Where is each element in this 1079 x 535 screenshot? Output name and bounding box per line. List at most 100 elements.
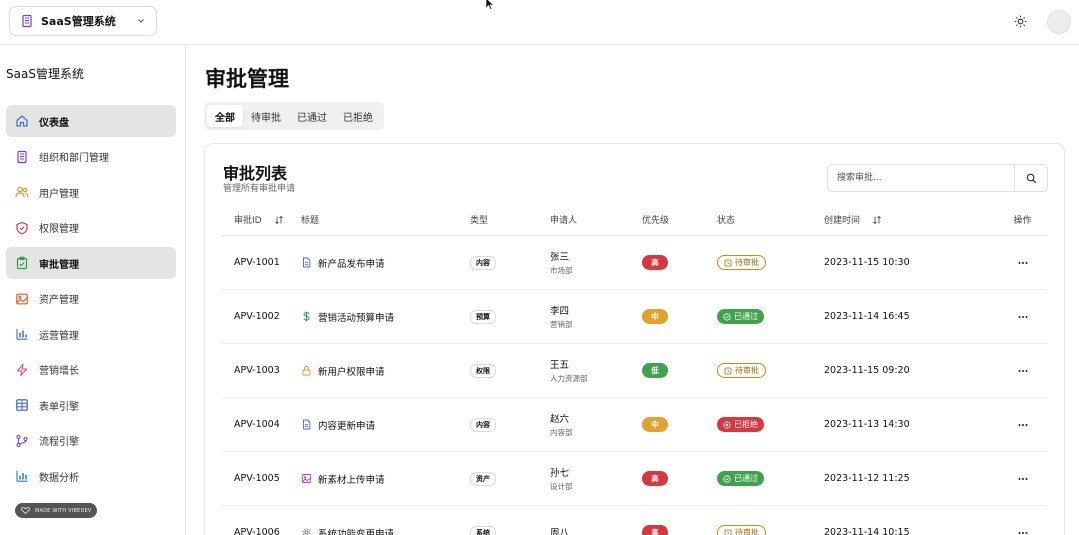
sidebar-item-forms[interactable]: 表单引擎 (6, 389, 176, 421)
org-name: SaaS管理系统 (41, 15, 116, 28)
org-switcher[interactable]: SaaS管理系统 (9, 6, 157, 36)
applicant-name: 周八 (550, 527, 570, 535)
sidebar-item-label: 组织和部门管理 (39, 153, 109, 164)
sidebar-item-assets[interactable]: 资产管理 (6, 283, 176, 315)
tab-approved[interactable]: 已通过 (289, 105, 335, 127)
row-id: APV-1004 (234, 419, 280, 430)
check-circle-icon (723, 474, 731, 483)
more-options-icon[interactable] (1017, 365, 1029, 377)
more-options-icon[interactable] (1017, 527, 1029, 535)
analytics-icon (15, 469, 29, 483)
tab-all[interactable]: 全部 (207, 105, 243, 127)
row-priority-cell: 高 (642, 255, 717, 270)
table-row[interactable]: APV-1003 新用户权限申请 权限 王五 人力资源部低待审批 2023-11-15 0… (222, 344, 1047, 398)
search-box (827, 164, 1048, 192)
sidebar-item-label: 仪表盘 (39, 117, 69, 129)
table-row[interactable]: APV-1006 系统功能变更申请 系统 周八 高 待审批 2023-11-14 10:15 (222, 506, 1047, 535)
more-options-icon[interactable] (1017, 473, 1029, 485)
zap-icon (15, 363, 29, 377)
sidebar-nav: 仪表盘 组织和部门管理 用户管理 权限管理 审批管理 资产管理 运营管理 营销增… (6, 105, 176, 496)
sidebar-item-org[interactable]: 组织和部门管理 (6, 141, 176, 173)
header-type: 类型 (470, 216, 489, 226)
table-row[interactable]: APV-1002 营销活动预算申请 预算 李四 营销部中已通过 2023-11-14 16… (222, 290, 1047, 344)
search-button[interactable] (1015, 165, 1047, 191)
gear-icon (301, 527, 312, 535)
mouse-cursor-icon (485, 0, 495, 10)
status-label: 已通过 (734, 312, 758, 321)
header-ops: 操作 (1013, 216, 1032, 226)
more-options-icon[interactable] (1017, 311, 1029, 323)
priority-badge: 高 (642, 255, 668, 270)
sidebar-item-users[interactable]: 用户管理 (6, 176, 176, 208)
more-options-icon[interactable] (1017, 257, 1029, 269)
sidebar-item-label: 营销增长 (39, 366, 79, 377)
sidebar-item-label: 表单引擎 (39, 401, 79, 413)
table-row[interactable]: APV-1005 新素材上传申请 资产 孙七 设计部高已通过 2023-11-12 11:… (222, 452, 1047, 506)
tab-pending[interactable]: 待审批 (243, 105, 289, 127)
row-title: 新产品发布申请 (318, 258, 385, 270)
status-label: 待审批 (735, 366, 759, 375)
approval-table: 审批ID 标题 类型 申请人 优先级 状态 创建时间 操作 APV-1001 新产… (222, 204, 1047, 535)
status-badge: 待审批 (717, 525, 766, 535)
made-with-badge[interactable]: MADE WITH VIBEDEV (15, 503, 97, 518)
row-priority-cell: 中 (642, 309, 717, 324)
status-badge: 待审批 (717, 255, 766, 270)
row-applicant-cell: 赵六 内容部 (550, 411, 642, 438)
row-title: 营销活动预算申请 (318, 312, 395, 324)
file-icon (301, 419, 312, 430)
row-priority-cell: 高 (642, 471, 717, 486)
search-input[interactable] (828, 165, 1015, 191)
sidebar-item-marketing[interactable]: 营销增长 (6, 354, 176, 386)
user-avatar[interactable] (1047, 10, 1071, 34)
clipboard-check-icon (15, 256, 29, 270)
building-icon (20, 14, 34, 28)
table-row[interactable]: APV-1004 内容更新申请 内容 赵六 内容部中已拒绝 2023-11-13 14:3… (222, 398, 1047, 452)
row-id: APV-1001 (234, 257, 280, 268)
applicant-name: 孙七 (550, 468, 570, 479)
row-status-cell: 待审批 (717, 363, 824, 378)
row-created: 2023-11-13 14:30 (824, 419, 910, 430)
type-badge: 内容 (470, 255, 496, 270)
header-status: 状态 (717, 216, 736, 226)
header-id-cell[interactable]: 审批ID (222, 213, 301, 226)
sidebar-item-workflow[interactable]: 流程引擎 (6, 425, 176, 457)
sidebar-item-analytics[interactable]: 数据分析 (6, 460, 176, 492)
row-type-cell: 预算 (470, 309, 550, 324)
workflow-icon (15, 434, 29, 448)
row-applicant-cell: 李四 营销部 (550, 303, 642, 330)
top-bar: SaaS管理系统 (0, 0, 1079, 45)
type-badge: 系统 (470, 525, 496, 535)
image-icon (301, 473, 312, 484)
sidebar-item-label: 用户管理 (39, 188, 79, 200)
row-title: 新用户权限申请 (318, 366, 385, 378)
applicant-name: 李四 (550, 306, 570, 317)
table-row[interactable]: APV-1001 新产品发布申请 内容 张三 市场部高待审批 2023-11-15 10:… (222, 236, 1047, 290)
sort-icon (274, 215, 284, 225)
row-ops-cell (998, 473, 1047, 485)
status-label: 待审批 (735, 528, 759, 535)
clock-icon (724, 529, 732, 535)
sidebar-item-dashboard[interactable]: 仪表盘 (6, 105, 176, 137)
row-type-cell: 资产 (470, 471, 550, 486)
more-options-icon[interactable] (1017, 419, 1029, 431)
applicant-name: 赵六 (550, 414, 570, 425)
row-title-cell: 内容更新申请 (301, 418, 470, 432)
sidebar-item-operations[interactable]: 运营管理 (6, 318, 176, 350)
header-created-cell[interactable]: 创建时间 (824, 213, 998, 226)
tab-rejected[interactable]: 已拒绝 (335, 105, 381, 127)
applicant-dept: 人力资源部 (550, 374, 588, 383)
made-with-label: MADE WITH VIBEDEV (35, 507, 92, 514)
sidebar-item-permissions[interactable]: 权限管理 (6, 212, 176, 244)
sidebar-item-approvals[interactable]: 审批管理 (6, 247, 176, 279)
theme-toggle-button[interactable] (1012, 13, 1028, 29)
row-ops-cell (998, 311, 1047, 323)
row-title: 内容更新申请 (318, 420, 376, 432)
row-title-cell: 新用户权限申请 (301, 364, 470, 378)
row-created: 2023-11-14 16:45 (824, 311, 910, 322)
priority-badge: 中 (642, 417, 668, 432)
row-id: APV-1003 (234, 365, 280, 376)
row-created: 2023-11-12 11:25 (824, 473, 910, 484)
row-status-cell: 已通过 (717, 309, 824, 324)
priority-badge: 低 (642, 363, 668, 378)
status-badge: 已通过 (717, 471, 764, 486)
